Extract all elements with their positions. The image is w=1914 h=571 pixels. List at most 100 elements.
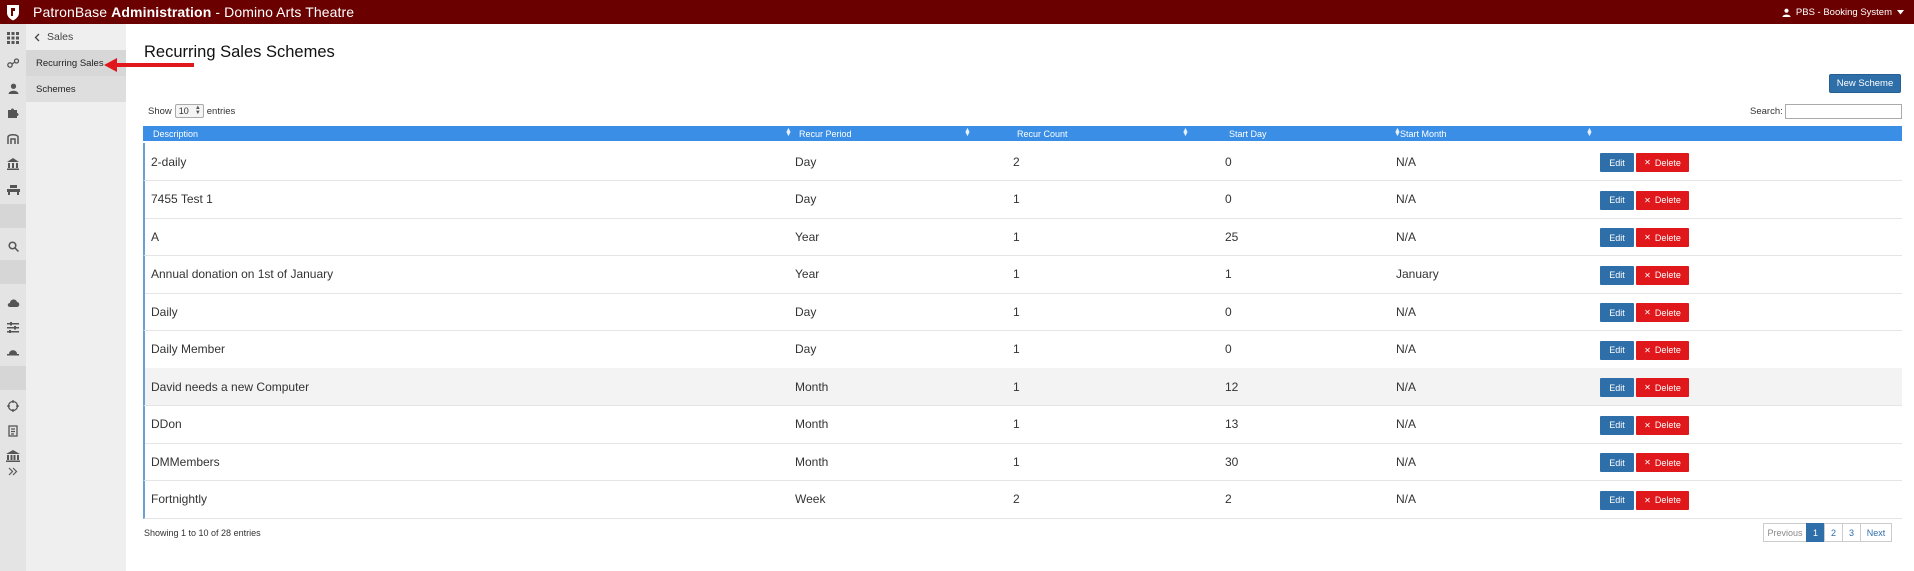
cell-description: Fortnightly <box>151 492 208 506</box>
edit-button[interactable]: Edit <box>1600 303 1634 322</box>
title-separator: - <box>215 4 221 20</box>
page-length-select[interactable]: 10 ▲ ▼ <box>174 104 204 118</box>
column-header-label: Start Month <box>1400 128 1447 139</box>
building-icon[interactable] <box>6 158 20 170</box>
hat-icon[interactable] <box>6 346 20 358</box>
edit-button[interactable]: Edit <box>1600 453 1634 472</box>
cell-start-day: 0 <box>1225 154 1232 169</box>
sort-icon: ▲ ▼ <box>1586 127 1593 138</box>
cell-description: Daily Member <box>151 342 226 356</box>
sort-icon: ▲ ▼ <box>785 127 792 138</box>
puzzle-icon[interactable] <box>6 107 20 119</box>
table-row: Daily Day 1 0 N/A Edit ✕ Delete <box>143 293 1902 331</box>
user-menu[interactable]: PBS - Booking System <box>1782 0 1904 24</box>
delete-button[interactable]: ✕ Delete <box>1636 415 1689 435</box>
expand-sidebar-icon[interactable] <box>6 465 20 477</box>
cell-period: Day <box>795 304 817 319</box>
page-length-control: Show 10 ▲ ▼ entries <box>148 104 235 118</box>
cell-count: 1 <box>1013 417 1020 431</box>
column-header-recur-period[interactable]: Recur Period ▲ ▼ <box>799 126 979 141</box>
delete-label: Delete <box>1654 382 1681 393</box>
cell-start-month: N/A <box>1396 154 1417 169</box>
delete-button[interactable]: ✕ Delete <box>1636 340 1689 360</box>
app-logo-icon[interactable] <box>0 0 26 24</box>
cell-count: 1 <box>1013 267 1020 281</box>
delete-button[interactable]: ✕ Delete <box>1636 265 1689 285</box>
table-row: Daily Member Day 1 0 N/A Edit ✕ Delete <box>143 330 1902 369</box>
cloud-icon[interactable] <box>6 296 20 308</box>
chevron-down-icon <box>1897 9 1904 14</box>
table-row: David needs a new Computer Month 1 12 N/A Edi… <box>143 368 1902 406</box>
close-icon: ✕ <box>1644 195 1651 205</box>
cell-description: 7455 Test 1 <box>151 192 213 206</box>
cell-description: Daily <box>151 304 178 319</box>
cell-start-day: 12 <box>1225 379 1239 394</box>
column-header-start-month[interactable]: Start Month ▲ ▼ <box>1400 126 1610 141</box>
seating-icon[interactable] <box>6 184 20 196</box>
pagination-page-3[interactable]: 3 <box>1842 523 1861 542</box>
new-scheme-button[interactable]: New Scheme <box>1829 74 1901 93</box>
delete-button[interactable]: ✕ Delete <box>1636 453 1689 472</box>
delete-button[interactable]: ✕ Delete <box>1636 190 1689 210</box>
edit-button[interactable]: Edit <box>1600 340 1634 360</box>
delete-label: Delete <box>1654 157 1681 168</box>
theatre-icon[interactable] <box>6 450 20 462</box>
table-row: 7455 Test 1 Day 1 0 N/A Edit ✕ Delete <box>143 180 1902 219</box>
column-header-start-day[interactable]: Start Day ▲ ▼ <box>1229 126 1409 141</box>
table-header: Description ▲ ▼ Recur Period ▲ ▼ Recur Cou… <box>143 126 1902 141</box>
document-icon[interactable] <box>6 425 20 437</box>
edit-button[interactable]: Edit <box>1600 228 1634 247</box>
delete-button[interactable]: ✕ Delete <box>1636 153 1689 172</box>
delete-button[interactable]: ✕ Delete <box>1636 490 1689 510</box>
cell-start-day: 0 <box>1225 192 1232 206</box>
app-name: PatronBase <box>33 4 108 20</box>
pagination-page-1[interactable]: 1 <box>1806 523 1825 542</box>
column-header-label: Start Day <box>1229 128 1267 139</box>
cell-start-day: 25 <box>1225 229 1239 244</box>
edit-button[interactable]: Edit <box>1600 378 1634 397</box>
cell-period: Week <box>795 492 826 506</box>
column-header-label: Recur Period <box>799 128 852 139</box>
delete-button[interactable]: ✕ Delete <box>1636 303 1689 322</box>
cell-start-month: N/A <box>1396 304 1417 319</box>
back-to-sales-link[interactable]: Sales <box>26 24 126 50</box>
cell-start-day: 2 <box>1225 492 1232 506</box>
pagination-next[interactable]: Next <box>1860 523 1892 542</box>
sales-icon[interactable] <box>6 57 20 69</box>
edit-button[interactable]: Edit <box>1600 490 1634 510</box>
cell-count: 1 <box>1013 304 1020 319</box>
table-row: A Year 1 25 N/A Edit ✕ Delete <box>143 218 1902 256</box>
sales-submenu: Sales Recurring Sales Schemes <box>26 24 126 571</box>
search-icon[interactable] <box>6 240 20 252</box>
column-header-label: Recur Count <box>1017 128 1068 139</box>
settings-sliders-icon[interactable] <box>6 321 20 333</box>
cell-start-day: 30 <box>1225 454 1239 469</box>
delete-button[interactable]: ✕ Delete <box>1636 228 1689 247</box>
delete-label: Delete <box>1654 270 1681 280</box>
edit-button[interactable]: Edit <box>1600 265 1634 285</box>
delete-button[interactable]: ✕ Delete <box>1636 378 1689 397</box>
search-input[interactable] <box>1784 104 1902 119</box>
column-header-description[interactable]: Description ▲ ▼ <box>153 126 792 141</box>
cell-period: Month <box>795 454 829 469</box>
patron-icon[interactable] <box>6 82 20 94</box>
cell-count: 1 <box>1013 229 1020 244</box>
search-label: Search: <box>1750 106 1783 117</box>
dashboard-grid-icon[interactable] <box>6 32 20 44</box>
delete-label: Delete <box>1654 457 1681 468</box>
cell-description: DMMembers <box>151 454 220 469</box>
sort-icon: ▲ ▼ <box>964 127 971 138</box>
table-info: Showing 1 to 10 of 28 entries <box>144 528 261 538</box>
edit-button[interactable]: Edit <box>1600 415 1634 435</box>
submenu-item-schemes[interactable]: Schemes <box>26 76 126 102</box>
venue-arch-icon[interactable] <box>6 133 20 145</box>
column-header-recur-count[interactable]: Recur Count ▲ ▼ <box>1017 126 1197 141</box>
close-icon: ✕ <box>1644 308 1651 317</box>
edit-button[interactable]: Edit <box>1600 190 1634 210</box>
cell-count: 1 <box>1013 192 1020 206</box>
pagination-previous[interactable]: Previous <box>1763 523 1807 542</box>
close-icon: ✕ <box>1644 270 1651 280</box>
target-icon[interactable] <box>6 400 20 412</box>
pagination-page-2[interactable]: 2 <box>1824 523 1843 542</box>
edit-button[interactable]: Edit <box>1600 153 1634 172</box>
